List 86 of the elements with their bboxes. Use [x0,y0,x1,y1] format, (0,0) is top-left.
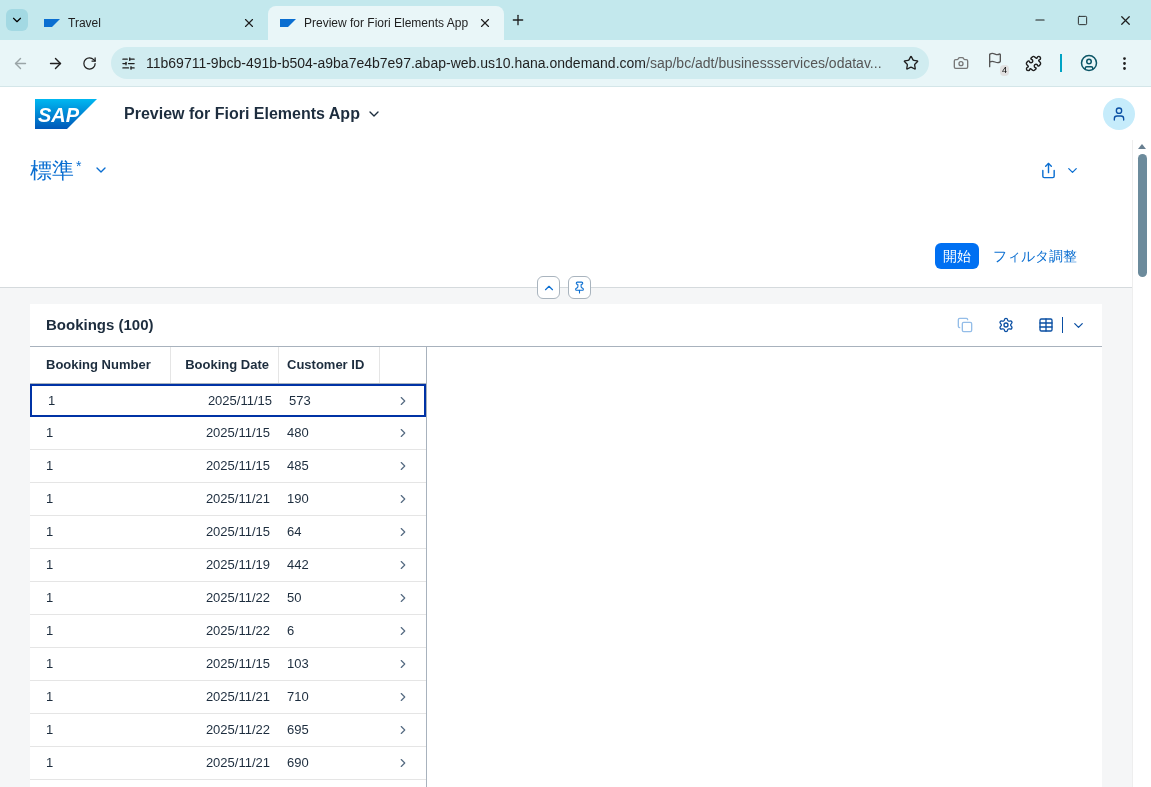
table-cell-text: 2025/11/21 [204,688,271,707]
adapt-filters-button[interactable]: フィルタ調整 [993,245,1077,267]
column-header[interactable]: Booking Number [30,347,171,383]
go-button[interactable]: 開始 [935,243,979,269]
table-row[interactable]: 1 2025/11/15 573 [30,384,426,417]
table-cell-text: 2025/11/15 [204,424,271,443]
collapse-header-button[interactable] [537,276,560,299]
table-cell-text: 64 [286,523,303,542]
table-cell-text: 442 [286,556,310,575]
table-cell-text: 2025/11/15 [204,457,271,476]
table-row[interactable]: 1 2025/11/15 480 [30,417,426,450]
table-row[interactable]: 1 2025/11/21 690 [30,747,426,780]
table-cell-text: 6 [286,622,296,641]
user-icon [1111,105,1127,122]
table-cell-text: 1 [45,457,55,476]
table-cell-text: 695 [286,721,310,740]
table-row[interactable]: 1 2025/11/21 710 [30,681,426,714]
table-cell-text: 690 [286,754,310,773]
share-menu-button[interactable] [1040,162,1080,179]
url-text: 11b69711-9bcb-491b-b504-a9ba7e4b7e97.abap-web.us10.hana.ondemand.com/sap/bc/adt/businessservices/odatav... [146,53,883,73]
table-cell-text: 485 [286,457,310,476]
table-row[interactable]: 1 2025/11/15 103 [30,648,426,681]
table-row[interactable]: 1 2025/11/22 695 [30,714,426,747]
table-row[interactable]: 1 2025/11/22 6 [30,615,426,648]
table-cell-text: 190 [286,490,310,509]
bookmark-star-icon[interactable] [903,55,919,71]
table-cell-text: 2025/11/21 [204,490,271,509]
table-cell-text: 1 [45,655,55,674]
site-info-icon[interactable] [121,55,136,71]
table-cell-text: 1 [45,589,55,608]
table-row[interactable]: 1 2025/11/15 485 [30,450,426,483]
maximize-icon[interactable] [1077,14,1088,26]
table-cell-text: 710 [286,688,310,707]
table-cell-text: 1 [45,523,55,542]
table-cell-text: 1 [45,688,55,707]
sap-favicon-icon [280,19,296,27]
share-icon [1040,162,1057,179]
tab-title: Travel [68,15,102,32]
table-cell-text: 1 [45,556,55,575]
table-row[interactable]: 1 2025/11/21 190 [30,483,426,516]
export-table-icon[interactable] [1038,317,1054,333]
table-cell-text: 2025/11/15 [206,391,273,410]
tab-search-button[interactable] [6,9,28,31]
table-cell-text: 103 [286,655,310,674]
table-title: Bookings (100) [46,314,154,335]
address-field[interactable]: 11b69711-9bcb-491b-b504-a9ba7e4b7e97.abap-web.us10.hana.ondemand.com/sap/bc/adt/businessservices/odatav... [111,47,929,79]
camera-icon[interactable] [953,55,969,71]
variant-selector[interactable]: 標準* [30,154,110,187]
browser-tab[interactable]: Travel [32,6,268,40]
pin-icon [573,281,586,294]
new-tab-icon[interactable] [510,12,526,28]
column-header[interactable]: Customer ID [279,347,380,383]
app-title-menu[interactable]: Preview for Fiori Elements App [124,101,382,126]
table-cell-text: 1 [47,391,57,410]
table-cell-text: 2025/11/15 [204,655,271,674]
pin-header-button[interactable] [568,276,591,299]
close-tab-icon[interactable] [478,16,492,30]
table-cell-text: 1 [45,622,55,641]
sap-logo: SAP [35,98,97,129]
sap-favicon-icon [44,19,60,27]
table-cell-text: 1 [45,490,55,509]
table-row[interactable]: 1 2025/11/19 442 [30,549,426,582]
table-row[interactable]: 1 2025/11/22 50 [30,582,426,615]
tab-title: Preview for Fiori Elements App [304,15,470,32]
browser-tab[interactable]: Preview for Fiori Elements App [268,6,504,40]
table-cell-text: 2025/11/22 [204,721,271,740]
close-tab-icon[interactable] [242,16,256,30]
column-header[interactable]: Booking Date [171,347,279,383]
table-cell-text: 480 [286,424,310,443]
settings-icon[interactable] [998,317,1014,333]
extensions-icon[interactable] [1025,54,1042,72]
table-cell-text: 1 [45,424,55,443]
table-cell-text: 2025/11/21 [204,754,271,773]
extension-badge: 4 [1000,65,1009,76]
table-cell-text: 2025/11/15 [204,523,271,542]
table-cell-text: 2025/11/22 [204,589,271,608]
user-avatar[interactable] [1103,97,1135,130]
table-cell-text: 573 [288,391,312,410]
table-row[interactable]: 1 2025/11/15 64 [30,516,426,549]
table-cell-text: 50 [286,589,303,608]
reload-icon[interactable] [82,55,97,71]
table-cell-text: 2025/11/19 [204,556,271,575]
profile-icon[interactable] [1080,54,1098,72]
table-cell-text: 1 [45,721,55,740]
table-cell-text: 1 [45,754,55,773]
table-cell-text: 2025/11/22 [204,622,271,641]
